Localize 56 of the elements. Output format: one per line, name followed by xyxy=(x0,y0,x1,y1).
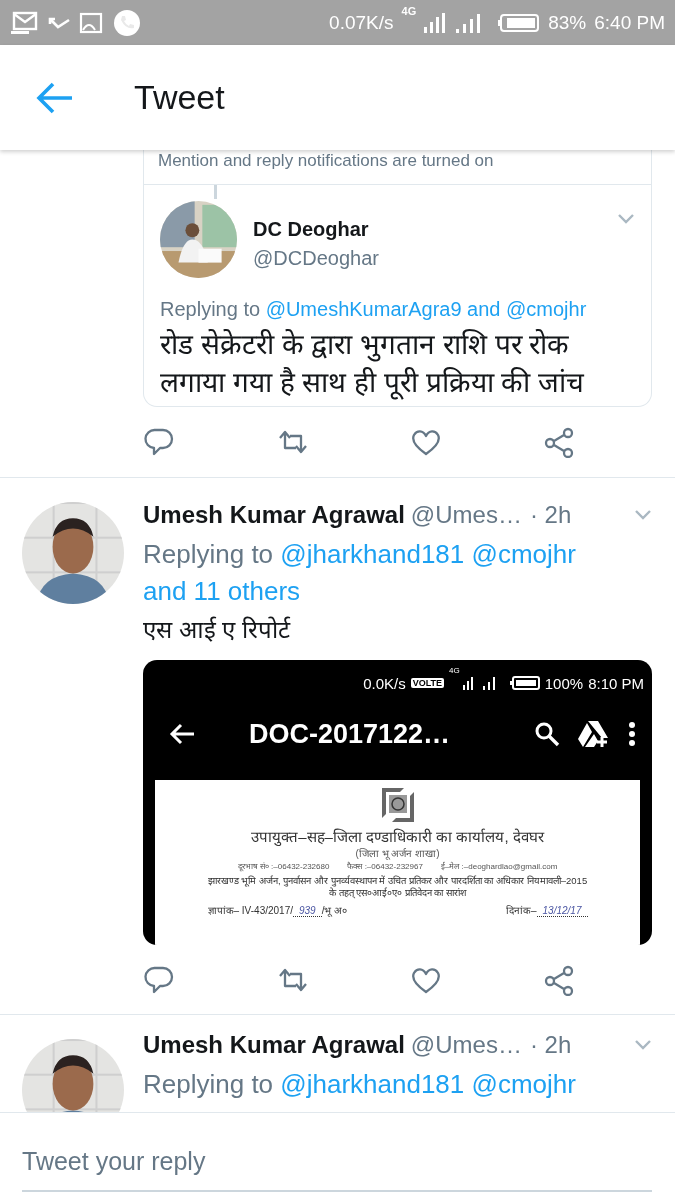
handwritten-date: 13/12/17 xyxy=(536,905,588,917)
mail-icon xyxy=(10,9,40,36)
author-name: Umesh Kumar Agrawal xyxy=(143,501,405,529)
replying-label: Replying to xyxy=(143,539,274,569)
more-options-icon[interactable] xyxy=(628,721,636,747)
office-branch: (जिला भू अर्जन शाखा) xyxy=(355,847,440,860)
embedded-screenshot[interactable] xyxy=(143,660,652,945)
clock: 8:10 PM xyxy=(588,674,644,692)
network-type: 4G xyxy=(449,666,460,675)
mention-link[interactable]: @jharkhand181 xyxy=(280,1069,465,1099)
share-icon[interactable] xyxy=(542,963,576,996)
image-icon xyxy=(79,11,105,34)
battery-level: 83% xyxy=(548,11,587,34)
reply-field[interactable]: Tweet your reply xyxy=(22,1147,652,1192)
mention-link[interactable]: @jharkhand181 xyxy=(280,539,465,569)
tweet-time: · 2h xyxy=(529,1031,572,1059)
search-icon[interactable] xyxy=(534,721,560,747)
share-icon[interactable] xyxy=(542,426,576,458)
volte-badge: VOLTE xyxy=(410,678,445,688)
network-speed: 0.07K/s xyxy=(329,11,394,34)
contact-detail: फैक्स :–06432-232967 xyxy=(347,860,423,871)
clock: 6:40 PM xyxy=(594,11,665,34)
author-handle: @Umes… xyxy=(410,501,522,529)
tweet-text: रोड सेक्रेटरी के द्वारा भुगतान राशि पर रोक लगाया गया है साथ ही पूरी प्रक्रिया की जांच xyxy=(160,328,586,402)
replying-label: Replying to xyxy=(160,298,261,320)
author-name: Umesh Kumar Agrawal xyxy=(143,1031,405,1059)
contact-detail: ई–मेल :–deoghardlao@gmail.com xyxy=(440,861,558,871)
author-name: DC Deoghar xyxy=(253,217,370,242)
mention-link[interactable]: @cmojhr xyxy=(471,1069,576,1099)
network-speed: 0.0K/s xyxy=(363,674,406,692)
tweet-text: एस आई ए रिपोर्ट xyxy=(143,615,292,645)
office-heading: उपायुक्त–सह–जिला दण्डाधिकारी का कार्यालय, देवघर xyxy=(251,827,544,846)
drive-add-icon[interactable] xyxy=(578,720,610,748)
mention-link[interactable]: @cmojhr xyxy=(471,539,576,569)
mention-link[interactable]: @UmeshKumarAgra9 and @cmojhr xyxy=(265,298,587,320)
memo-number: 939 xyxy=(293,905,322,917)
date-label: दिनांक– xyxy=(506,904,537,917)
phone-icon xyxy=(113,8,141,37)
page-title: Tweet xyxy=(134,78,225,117)
battery-level: 100% xyxy=(544,674,584,692)
notification-notice: Mention and reply notifications are turned on xyxy=(144,150,651,185)
document-title: DOC-2017122… xyxy=(249,718,452,750)
author-handle: @DCDeoghar xyxy=(253,246,380,271)
document-subject: झारखण्ड भूमि अर्जन, पुनर्वासन और पुनर्व्यवस्थापन में उचित प्रतिकर और पारदर्शिता का अधिकार नियमावली–2015 के तहत् एस०आई०ए० प्रतिवेदन का सारांश xyxy=(207,875,588,899)
memo-label: ज्ञापांक– IV-43/2017/ xyxy=(207,904,293,917)
replying-label: Replying to xyxy=(143,1069,274,1099)
quoted-tweet-card[interactable]: Mention and reply notifications are turned on DC Deoghar @DCDeoghar Replying to @UmeshKumarAgra9 and @cmojhr रोड सेक्रेटरी के द्वारा भुगतान राशि पर रोक लगाया गया है साथ ही पूरी प्रक्रिया की जांच xyxy=(143,150,652,407)
author-handle: @Umes… xyxy=(410,1031,522,1059)
battery-icon xyxy=(509,675,540,691)
mention-link[interactable]: and 11 others xyxy=(143,576,301,606)
missed-call-icon xyxy=(48,16,71,29)
tweet-time: · 2h xyxy=(529,501,572,529)
network-type: 4G xyxy=(401,6,417,17)
battery-icon xyxy=(498,12,541,33)
contact-detail: दूरभाष सं० :–06432-232680 xyxy=(237,861,330,871)
memo-label: /भू अ० xyxy=(321,904,348,917)
